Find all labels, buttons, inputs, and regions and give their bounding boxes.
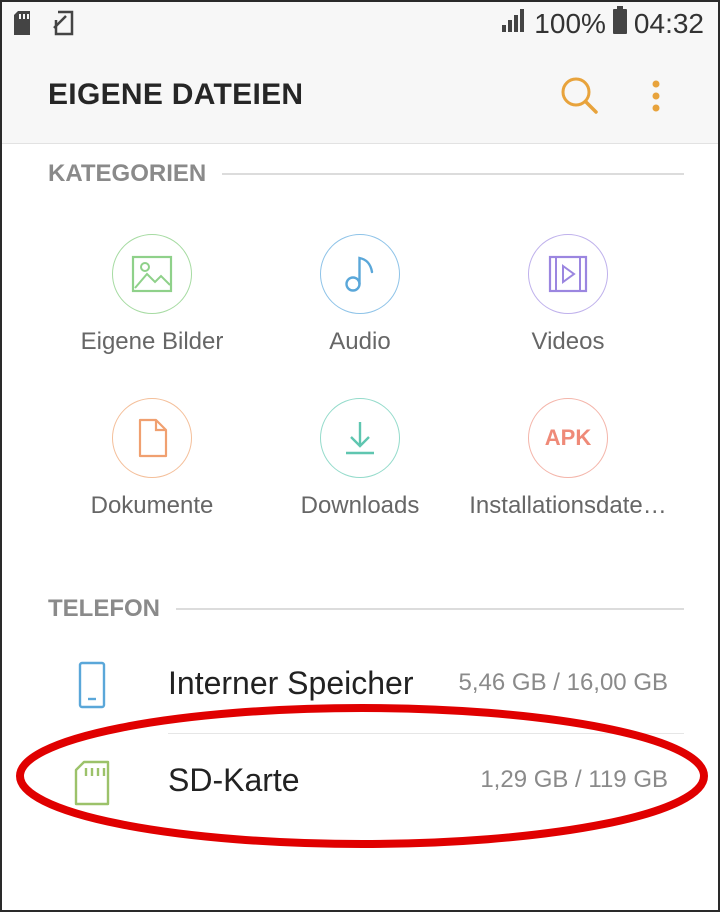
category-icon-circle <box>320 234 400 314</box>
battery-percent: 100% <box>534 7 606 39</box>
video-icon <box>548 255 588 293</box>
section-title-categories: KATEGORIEN <box>48 160 207 187</box>
section-title-phone: TELEFON <box>48 595 160 622</box>
storage-row-sd-card[interactable]: SD-Karte 1,29 GB / 119 GB <box>0 734 720 830</box>
category-icon-circle: APK <box>528 398 608 478</box>
app-bar: EIGENE DATEIEN <box>0 48 720 144</box>
clock: 04:32 <box>633 7 704 39</box>
section-divider <box>176 608 684 610</box>
section-header-categories: KATEGORIEN <box>48 159 684 189</box>
page-title: EIGENE DATEIEN <box>48 78 304 111</box>
category-icon-circle <box>112 398 192 478</box>
category-label: Eigene Bilder <box>80 328 224 355</box>
storage-row-internal[interactable]: Interner Speicher 5,46 GB / 16,00 GB <box>0 637 720 733</box>
category-label: Dokumente <box>90 492 214 519</box>
category-installation-files[interactable]: APK Installationsdate… <box>464 398 672 548</box>
download-icon <box>346 422 374 455</box>
signal-icon <box>500 7 528 40</box>
sd-card-icon <box>14 11 34 40</box>
section-header-phone: TELEFON <box>48 594 684 624</box>
more-vertical-icon <box>652 80 660 112</box>
category-audio[interactable]: Audio <box>256 234 464 384</box>
status-bar: 100% 04:32 <box>0 0 720 48</box>
search-button[interactable] <box>556 72 604 120</box>
storage-size: 1,29 GB / 119 GB <box>480 766 668 793</box>
category-icon-circle <box>320 398 400 478</box>
section-divider <box>222 173 684 175</box>
screenshot-icon <box>52 10 76 41</box>
apk-icon: APK <box>544 425 592 450</box>
category-label: Installationsdate… <box>469 492 667 519</box>
category-images[interactable]: Eigene Bilder <box>48 234 256 384</box>
category-documents[interactable]: Dokumente <box>48 398 256 548</box>
category-label: Downloads <box>300 492 420 519</box>
category-icon-circle <box>528 234 608 314</box>
category-label: Videos <box>531 328 605 355</box>
search-icon <box>561 77 598 114</box>
more-options-button[interactable] <box>640 72 672 120</box>
battery-icon <box>612 6 628 41</box>
storage-size: 5,46 GB / 16,00 GB <box>458 669 668 696</box>
phone-icon <box>72 659 112 711</box>
category-label: Audio <box>329 328 391 355</box>
sd-card-icon <box>72 756 112 808</box>
category-downloads[interactable]: Downloads <box>256 398 464 548</box>
storage-name: SD-Karte <box>168 762 300 798</box>
category-videos[interactable]: Videos <box>464 234 672 384</box>
storage-name: Interner Speicher <box>168 665 414 701</box>
document-icon <box>138 418 168 458</box>
music-note-icon <box>345 256 374 292</box>
category-icon-circle <box>112 234 192 314</box>
image-icon <box>131 255 173 293</box>
